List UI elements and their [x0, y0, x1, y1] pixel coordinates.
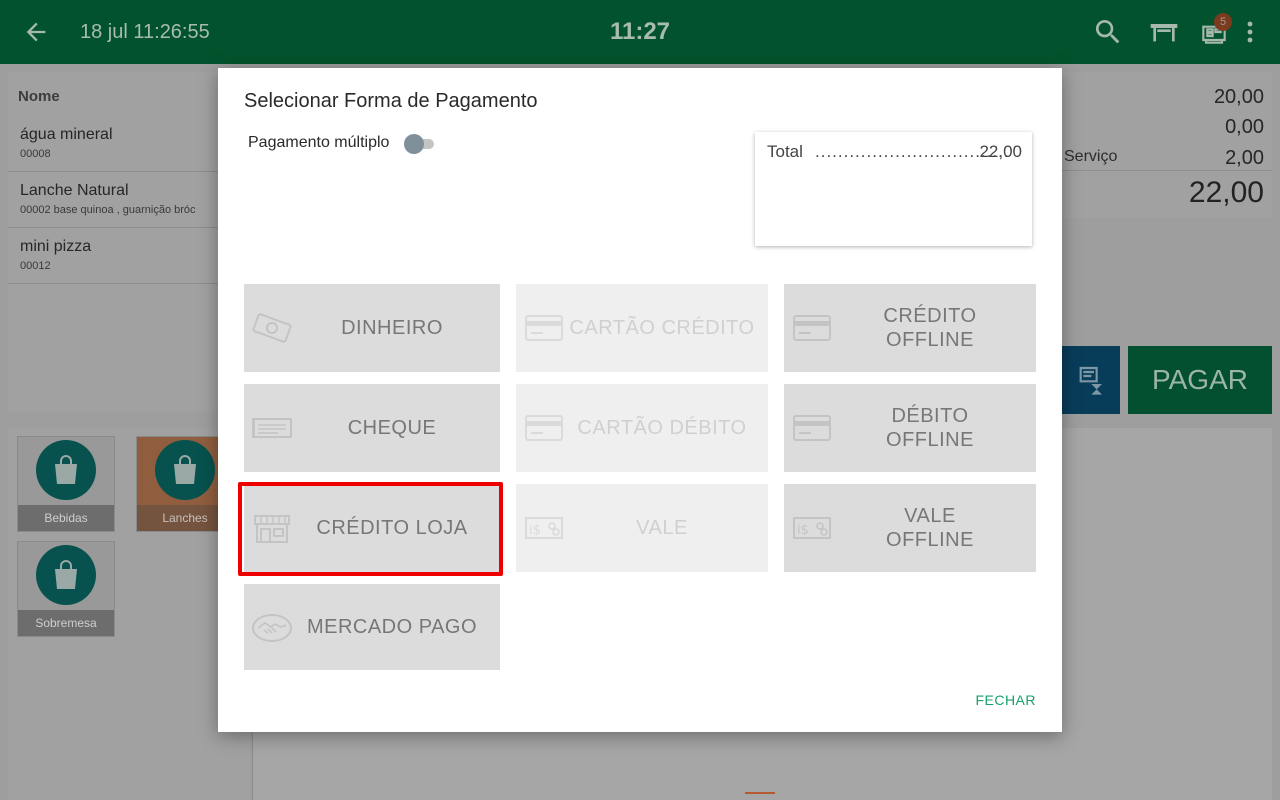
receipt-timer-icon	[1079, 366, 1102, 395]
subtotal-value: 20,00	[1213, 86, 1264, 108]
shopping-bag-icon	[55, 560, 77, 589]
payment-method-cartao-debito[interactable]: CARTÃO DÉBITO	[516, 384, 768, 472]
close-dialog-button[interactable]: FECHAR	[975, 692, 1036, 708]
back-arrow-icon[interactable]	[22, 18, 50, 46]
table-icon[interactable]	[1148, 16, 1180, 48]
totals-panel: 20,00 0,00 Serviço 2,00 22,00	[1060, 72, 1272, 218]
payment-method-cheque[interactable]: CHEQUE	[244, 384, 500, 472]
category-name: Sobremesa	[18, 610, 114, 636]
multiple-payment-label: Pagamento múltiplo	[248, 134, 390, 151]
discount-value: 0,00	[1225, 116, 1264, 138]
toggle-thumb	[404, 134, 424, 154]
payment-method-debito-offline[interactable]: DÉBITO OFFLINE	[784, 384, 1036, 472]
kitchen-order-button[interactable]	[1060, 346, 1120, 414]
order-item-code: 00002 base quinoa , guarnição bróc	[20, 204, 196, 216]
svg-text:i$: i$	[529, 523, 541, 538]
more-vert-icon[interactable]	[1234, 16, 1266, 48]
order-item-name: Lanche Natural	[20, 182, 129, 199]
category-icon-circle	[36, 545, 96, 605]
order-item-code: 00012	[20, 260, 51, 272]
search-icon[interactable]	[1092, 16, 1124, 48]
totals-divider	[1060, 170, 1272, 171]
name-column-header: Nome	[18, 88, 60, 105]
payment-method-label: CARTÃO CRÉDITO	[569, 317, 755, 339]
svg-text:i$: i$	[797, 523, 809, 538]
payment-method-label: CRÉDITO LOJA	[316, 517, 468, 539]
payment-method-cartao-credito[interactable]: CARTÃO CRÉDITO	[516, 284, 768, 372]
payment-method-dinheiro[interactable]: DINHEIRO	[244, 284, 500, 372]
payment-method-dialog: Selecionar Forma de Pagamento Pagamento …	[218, 68, 1062, 732]
dialog-title: Selecionar Forma de Pagamento	[244, 90, 538, 112]
tab-indicator	[745, 792, 775, 794]
category-name: Bebidas	[18, 505, 114, 531]
payment-method-label: MERCADO PAGO	[306, 616, 478, 638]
notification-badge: 5	[1214, 13, 1232, 31]
pay-button[interactable]: PAGAR	[1128, 346, 1272, 414]
payment-method-label: CARTÃO DÉBITO	[577, 417, 747, 439]
category-tile-bebidas[interactable]: Bebidas	[17, 436, 115, 532]
service-label: Serviço	[1064, 148, 1118, 165]
payment-method-label: CHEQUE	[347, 417, 437, 439]
payment-method-vale-offline[interactable]: i$ VALE OFFLINE	[784, 484, 1036, 572]
payment-method-credito-offline[interactable]: CRÉDITO OFFLINE	[784, 284, 1036, 372]
total-label: Total	[767, 142, 803, 161]
payment-method-label: VALE OFFLINE	[886, 505, 974, 551]
order-item[interactable]: mini pizza 00012	[8, 228, 252, 284]
service-value: 2,00	[1225, 147, 1264, 169]
order-item[interactable]: Lanche Natural 00002 base quinoa , guarn…	[8, 172, 252, 228]
payment-method-credito-loja[interactable]: CRÉDITO LOJA	[244, 484, 500, 572]
order-item-code: 00008	[20, 148, 51, 160]
grand-total-value: 22,00	[1188, 176, 1264, 209]
multiple-payment-toggle[interactable]	[404, 134, 436, 154]
payment-method-label: CRÉDITO OFFLINE	[883, 305, 977, 351]
payment-method-mercado-pago[interactable]: MERCADO PAGO	[244, 584, 500, 670]
category-icon-circle	[36, 440, 96, 500]
total-summary-card: Total ..................................…	[755, 132, 1032, 246]
payment-method-label: VALE	[636, 517, 688, 539]
category-icon-circle	[155, 440, 215, 500]
total-value: 22,00	[979, 142, 1022, 161]
shopping-bag-icon	[174, 455, 196, 484]
payment-method-label: DÉBITO OFFLINE	[886, 405, 974, 451]
order-item-name: mini pizza	[20, 238, 92, 255]
order-item[interactable]: água mineral 00008	[8, 116, 252, 172]
shopping-bag-icon	[55, 455, 77, 484]
order-list-panel: Nome água mineral 00008 Lanche Natural 0…	[8, 72, 252, 412]
date-time-label: 18 jul 11:26:55	[80, 21, 210, 43]
order-item-name: água mineral	[20, 126, 113, 143]
top-app-bar: 18 jul 11:26:55 11:27 5	[0, 0, 1280, 64]
payment-method-vale[interactable]: i$ VALE	[516, 484, 768, 572]
category-panel: Bebidas Lanches Sobremesa	[8, 428, 250, 800]
payment-method-label: DINHEIRO	[341, 317, 443, 339]
category-tile-sobremesa[interactable]: Sobremesa	[17, 541, 115, 637]
